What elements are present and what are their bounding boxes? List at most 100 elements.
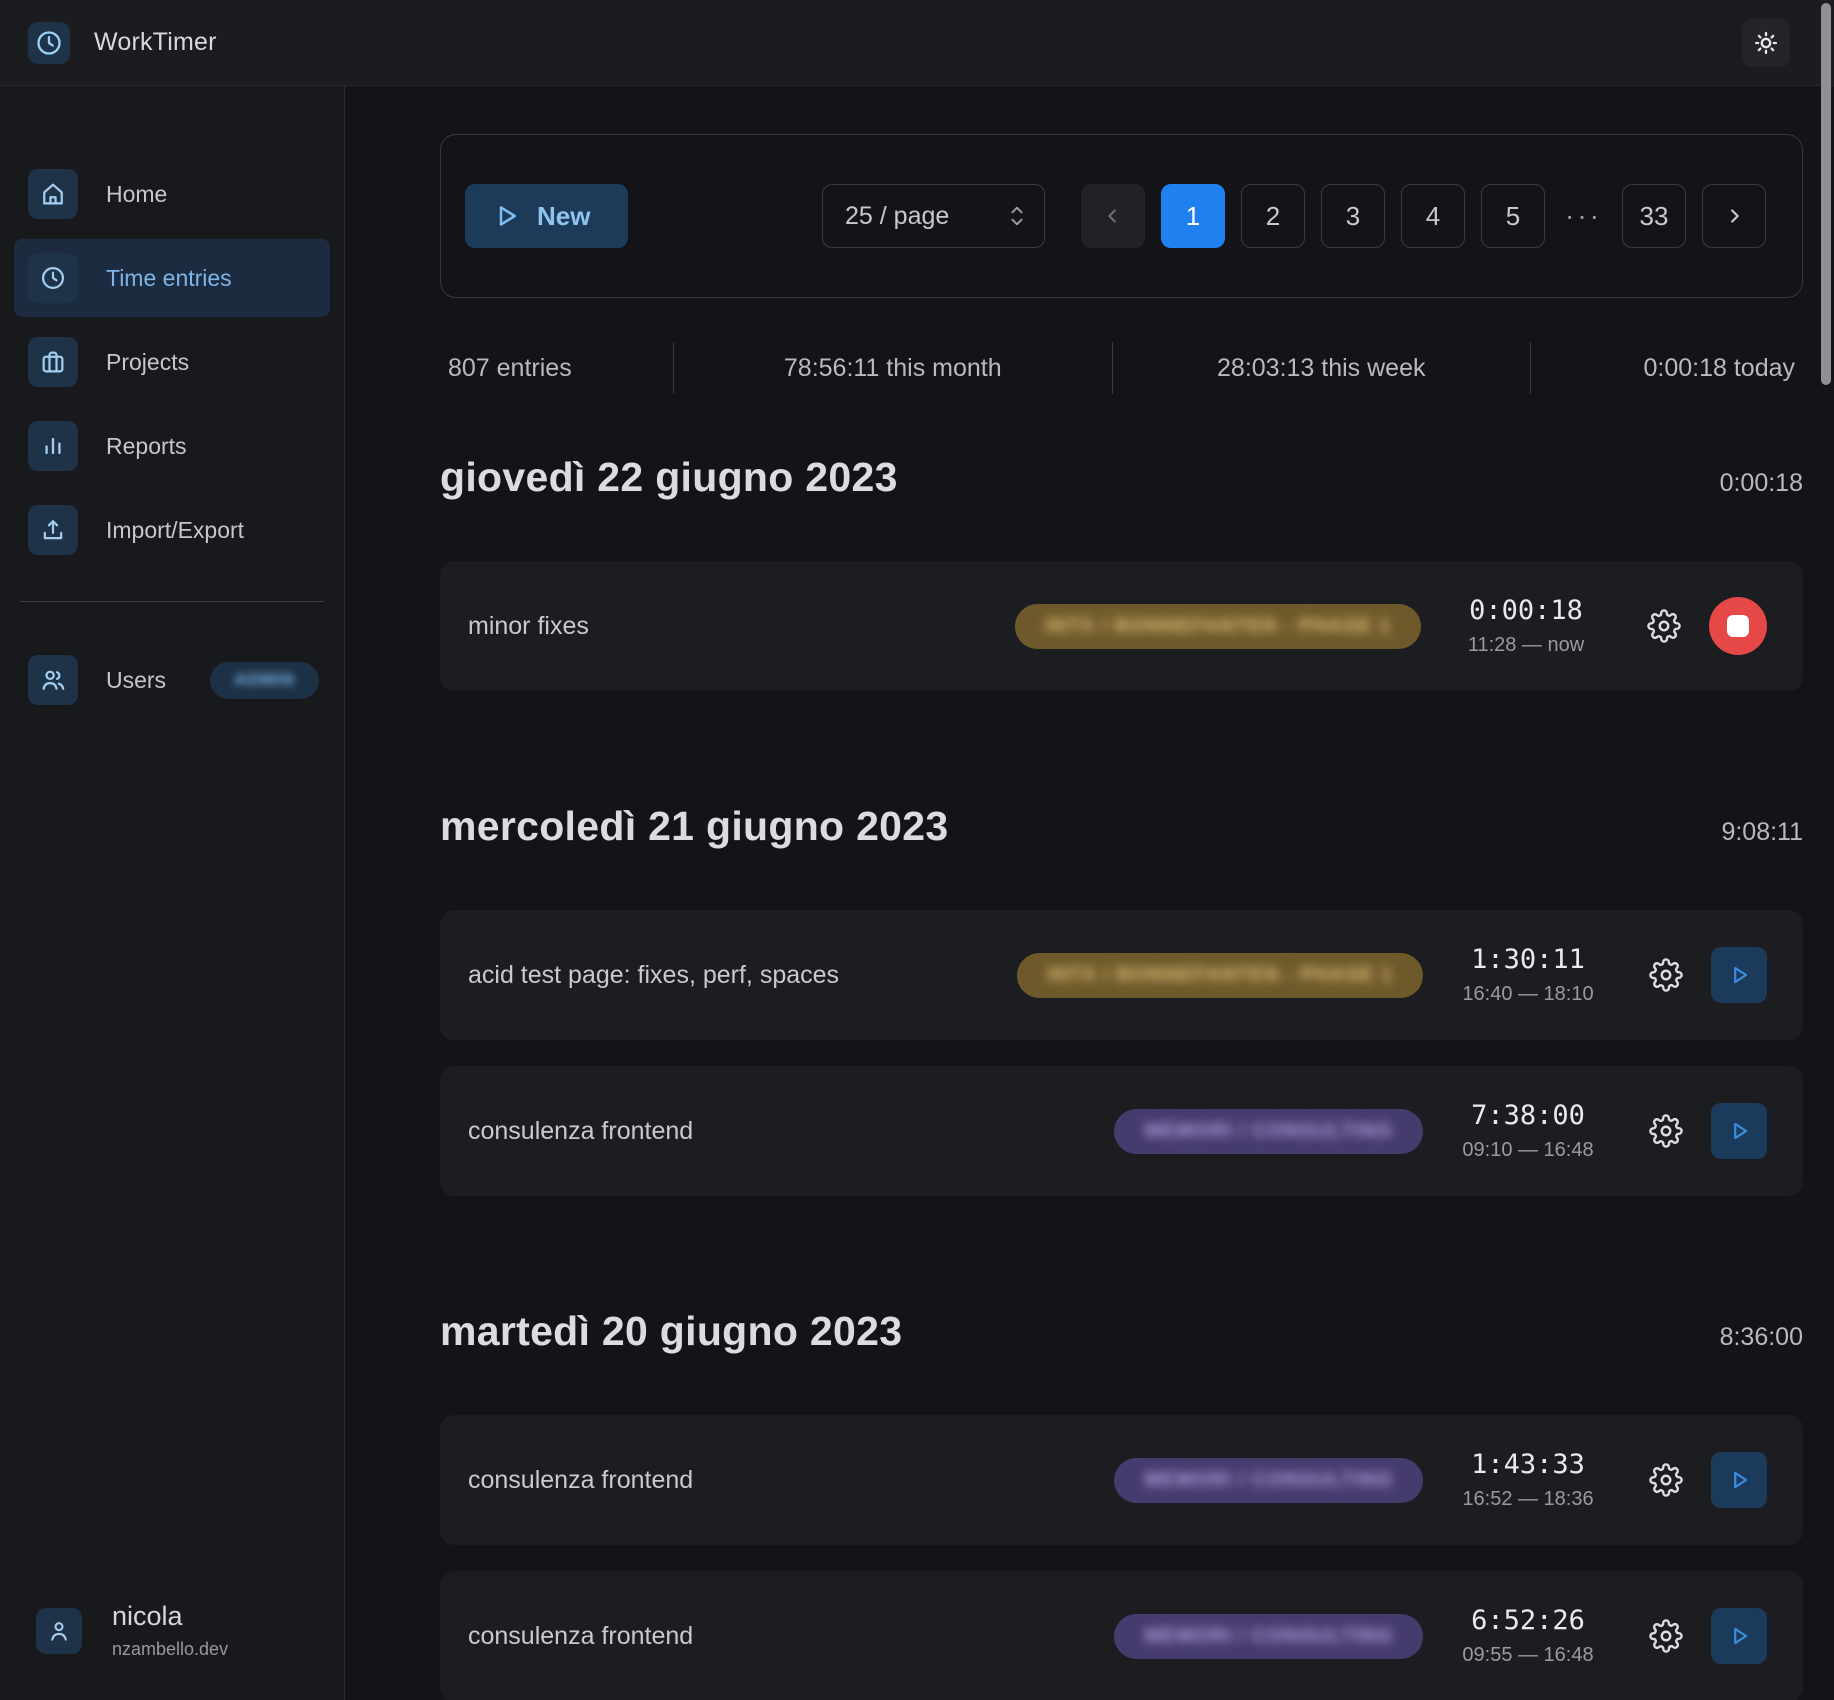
profile-text: nicola nzambello.dev: [112, 1601, 228, 1660]
page-button-2[interactable]: 2: [1241, 184, 1305, 248]
project-badge: MEMORI / CONSULTING: [1114, 1109, 1423, 1154]
entry-settings-button[interactable]: [1649, 1619, 1683, 1653]
theme-toggle-button[interactable]: [1742, 19, 1790, 67]
sidebar-item-reports[interactable]: Reports: [14, 407, 330, 485]
project-badge: INTX / BONNEFANTEN - PHASE 1: [1015, 604, 1421, 649]
entry-settings-button[interactable]: [1649, 1114, 1683, 1148]
time-entry-row: acid test page: fixes, perf, spaces INTX…: [440, 910, 1803, 1040]
page-size-value: 25 / page: [845, 202, 1006, 231]
chevron-right-icon: [1723, 205, 1745, 227]
page-button-5[interactable]: 5: [1481, 184, 1545, 248]
next-page-button[interactable]: [1702, 184, 1766, 248]
sidebar-item-time-entries[interactable]: Time entries: [14, 239, 330, 317]
entry-title: acid test page: fixes, perf, spaces: [468, 961, 993, 990]
sidebar-divider: [20, 601, 324, 602]
day-group: martedì 20 giugno 2023 8:36:00 consulenz…: [440, 1308, 1803, 1700]
sidebar-item-projects[interactable]: Projects: [14, 323, 330, 401]
entry-settings-button[interactable]: [1649, 958, 1683, 992]
sidebar: Home Time entries Projects Reports: [0, 86, 345, 1700]
page-button-3[interactable]: 3: [1321, 184, 1385, 248]
gear-icon: [1647, 609, 1681, 643]
entry-settings-button[interactable]: [1647, 609, 1681, 643]
sidebar-item-home[interactable]: Home: [14, 155, 330, 233]
start-timer-button[interactable]: [1711, 1608, 1767, 1664]
page-button-4[interactable]: 4: [1401, 184, 1465, 248]
entry-duration: 0:00:18: [1441, 595, 1611, 626]
gear-icon: [1649, 1114, 1683, 1148]
day-total: 8:36:00: [1720, 1323, 1803, 1352]
entry-time-block: 1:43:33 16:52 — 18:36: [1443, 1449, 1613, 1511]
play-icon: [1726, 1623, 1752, 1649]
entry-project-column: MEMORI / CONSULTING: [993, 1458, 1423, 1503]
page-button-last[interactable]: 33: [1622, 184, 1686, 248]
prev-page-button[interactable]: [1081, 184, 1145, 248]
time-entry-row: consulenza frontend MEMORI / CONSULTING …: [440, 1066, 1803, 1196]
home-icon: [28, 169, 78, 219]
project-badge-text: INTX / BONNEFANTEN - PHASE 1: [1045, 615, 1391, 638]
day-total: 0:00:18: [1720, 469, 1803, 498]
app-title: WorkTimer: [94, 28, 217, 57]
person-icon: [36, 1608, 82, 1654]
entry-duration: 6:52:26: [1443, 1605, 1613, 1636]
sidebar-item-label: Time entries: [106, 265, 232, 292]
profile-name: nicola: [112, 1601, 228, 1632]
day-header: giovedì 22 giugno 2023 0:00:18: [440, 454, 1803, 501]
entry-time-range: 16:52 — 18:36: [1443, 1488, 1613, 1511]
stat-today: 0:00:18 today: [1531, 354, 1803, 383]
profile-domain: nzambello.dev: [112, 1639, 228, 1660]
entry-duration: 7:38:00: [1443, 1100, 1613, 1131]
project-badge: MEMORI / CONSULTING: [1114, 1614, 1423, 1659]
sidebar-spacer: [0, 720, 344, 1601]
stat-month: 78:56:11 this month: [674, 354, 1112, 383]
chevron-left-icon: [1102, 205, 1124, 227]
upload-icon: [28, 505, 78, 555]
user-profile[interactable]: nicola nzambello.dev: [36, 1601, 344, 1660]
entry-title: consulenza frontend: [468, 1117, 993, 1146]
new-button-label: New: [537, 201, 590, 232]
entry-title: consulenza frontend: [468, 1622, 993, 1651]
gear-icon: [1649, 1463, 1683, 1497]
stop-icon: [1727, 615, 1749, 637]
pagination: 1 2 3 4 5 ··· 33: [1081, 184, 1766, 248]
sidebar-item-users[interactable]: Users ADMIN: [14, 640, 330, 720]
clock-icon: [35, 29, 63, 57]
stat-week: 28:03:13 this week: [1113, 354, 1530, 383]
sidebar-item-label: Home: [106, 181, 167, 208]
day-group: mercoledì 21 giugno 2023 9:08:11 acid te…: [440, 803, 1803, 1196]
start-timer-button[interactable]: [1711, 1103, 1767, 1159]
entry-time-range: 09:55 — 16:48: [1443, 1644, 1613, 1667]
gear-icon: [1649, 1619, 1683, 1653]
time-entry-row: minor fixes INTX / BONNEFANTEN - PHASE 1…: [440, 561, 1803, 691]
entry-project-column: MEMORI / CONSULTING: [993, 1109, 1423, 1154]
project-badge-text: MEMORI / CONSULTING: [1144, 1120, 1393, 1143]
entry-duration: 1:30:11: [1443, 944, 1613, 975]
pagination-ellipsis: ···: [1561, 200, 1606, 232]
start-timer-button[interactable]: [1711, 947, 1767, 1003]
project-badge: INTX / BONNEFANTEN - PHASE 1: [1017, 953, 1423, 998]
start-timer-button[interactable]: [1711, 1452, 1767, 1508]
entry-time-range: 11:28 — now: [1441, 634, 1611, 657]
admin-role-badge: ADMIN: [210, 662, 319, 699]
page-button-1[interactable]: 1: [1161, 184, 1225, 248]
entry-time-range: 09:10 — 16:48: [1443, 1139, 1613, 1162]
time-entry-row: consulenza frontend MEMORI / CONSULTING …: [440, 1415, 1803, 1545]
bar-chart-icon: [28, 421, 78, 471]
entry-time-block: 1:30:11 16:40 — 18:10: [1443, 944, 1613, 1006]
sidebar-item-label: Projects: [106, 349, 189, 376]
page-size-select[interactable]: 25 / page: [822, 184, 1045, 248]
stop-timer-button[interactable]: [1709, 597, 1767, 655]
entry-time-block: 7:38:00 09:10 — 16:48: [1443, 1100, 1613, 1162]
entry-title: consulenza frontend: [468, 1466, 993, 1495]
play-icon: [1726, 962, 1752, 988]
stats-bar: 807 entries 78:56:11 this month 28:03:13…: [440, 336, 1803, 400]
entry-settings-button[interactable]: [1649, 1463, 1683, 1497]
project-badge-text: INTX / BONNEFANTEN - PHASE 1: [1047, 964, 1393, 987]
toolbar: New 25 / page 1 2: [440, 134, 1803, 298]
sidebar-item-import-export[interactable]: Import/Export: [14, 491, 330, 569]
gear-icon: [1649, 958, 1683, 992]
users-icon: [28, 655, 78, 705]
sidebar-item-label: Reports: [106, 433, 187, 460]
scrollbar[interactable]: [1821, 3, 1831, 385]
entry-time-block: 6:52:26 09:55 — 16:48: [1443, 1605, 1613, 1667]
new-entry-button[interactable]: New: [465, 184, 628, 248]
